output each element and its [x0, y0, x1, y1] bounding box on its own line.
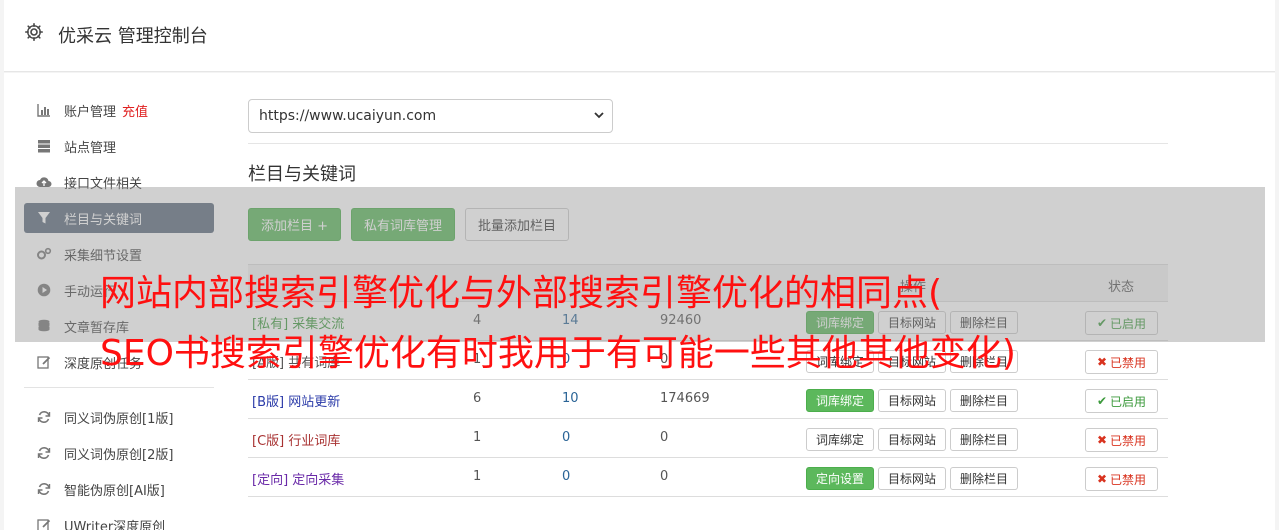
sidebar-item-label: 同义词伪原创[2版] [64, 447, 174, 463]
refresh-icon [36, 445, 52, 461]
server-icon [36, 138, 52, 154]
target-site-button[interactable]: 目标网站 [878, 428, 947, 451]
delete-column-button[interactable]: 删除栏目 [950, 389, 1019, 412]
refresh-icon [36, 409, 52, 425]
close-icon: ✖ [1096, 433, 1108, 447]
sidebar-item-label: UWriter深度原创 [64, 519, 166, 530]
count-1: 1 [473, 469, 482, 484]
column-name[interactable]: [C版] 行业词库 [252, 430, 340, 449]
table-row: [定向] 定向采集 1 0 0 定向设置 目标网站 删除栏目 ✖ 已禁用 [248, 458, 1168, 497]
count-1: 1 [473, 430, 482, 445]
divider [248, 143, 1168, 144]
status-toggle[interactable]: ✔ 已启用 [1085, 389, 1158, 413]
overlay-text-line2: SEO书搜索引擎优化有时我用于有可能一些其他其他变化) [100, 333, 1016, 374]
count-1: 6 [473, 391, 482, 406]
delete-column-button[interactable]: 删除栏目 [950, 467, 1019, 490]
sidebar-divider [24, 387, 214, 388]
top-header: 优采云 管理控制台 [4, 0, 1275, 72]
delete-column-button[interactable]: 删除栏目 [950, 428, 1019, 451]
status-toggle[interactable]: ✖ 已禁用 [1085, 428, 1158, 452]
row-actions: 词库绑定 目标网站 删除栏目 [806, 428, 1019, 451]
column-tag: [C版] [252, 434, 285, 449]
table-row: [C版] 行业词库 1 0 0 词库绑定 目标网站 删除栏目 ✖ 已禁用 [248, 419, 1168, 458]
status-label: 已启用 [1110, 394, 1147, 409]
sidebar-item-label: 同义词伪原创[1版] [64, 411, 174, 427]
gear-icon [25, 23, 43, 41]
sidebar-item-sites[interactable]: 站点管理 [24, 131, 214, 161]
column-name[interactable]: [B版] 网站更新 [252, 391, 340, 410]
bind-lexicon-button[interactable]: 定向设置 [806, 467, 875, 490]
refresh-icon [36, 481, 52, 497]
check-icon: ✔ [1096, 394, 1108, 408]
sidebar-item-synonym-v1[interactable]: 同义词伪原创[1版] [24, 402, 214, 432]
recharge-link[interactable]: 充值 [122, 101, 148, 120]
count-3: 0 [660, 469, 669, 484]
column-tag: [定向] [252, 473, 289, 488]
count-3: 0 [660, 430, 669, 445]
chevron-down-icon [594, 112, 604, 119]
column-title: 网站更新 [288, 395, 341, 410]
sidebar-item-uwriter[interactable]: UWriter深度原创 [24, 510, 214, 530]
site-select-value: https://www.ucaiyun.com [259, 108, 437, 124]
edit-icon [36, 517, 52, 530]
column-name[interactable]: [定向] 定向采集 [252, 469, 344, 488]
sidebar-item-synonym-v2[interactable]: 同义词伪原创[2版] [24, 438, 214, 468]
bar-chart-icon [36, 102, 52, 118]
column-title: 行业词库 [288, 434, 341, 449]
count-2[interactable]: 0 [562, 469, 570, 484]
row-actions: 词库绑定 目标网站 删除栏目 [806, 389, 1019, 412]
bind-lexicon-button[interactable]: 词库绑定 [806, 428, 875, 451]
sidebar-item-label: 站点管理 [64, 140, 117, 156]
status-label: 已禁用 [1110, 433, 1147, 448]
column-tag: [B版] [252, 395, 285, 410]
count-2[interactable]: 0 [562, 430, 570, 445]
overlay-text-line1: 网站内部搜索引擎优化与外部搜索引擎优化的相同点( [100, 273, 943, 314]
bind-lexicon-button[interactable]: 词库绑定 [806, 389, 875, 412]
target-site-button[interactable]: 目标网站 [878, 467, 947, 490]
count-2[interactable]: 10 [562, 391, 579, 406]
sidebar-item-ai-original[interactable]: 智能伪原创[AI版] [24, 474, 214, 504]
row-actions: 定向设置 目标网站 删除栏目 [806, 467, 1019, 490]
section-title: 栏目与关键词 [248, 164, 356, 185]
count-3: 174669 [660, 391, 710, 406]
table-row: [B版] 网站更新 6 10 174669 词库绑定 目标网站 删除栏目 ✔ 已启用 [248, 380, 1168, 419]
status-label: 已禁用 [1110, 472, 1147, 487]
watermark-overlay [15, 187, 1265, 342]
site-select[interactable]: https://www.ucaiyun.com [248, 99, 613, 133]
close-icon: ✖ [1096, 472, 1108, 486]
target-site-button[interactable]: 目标网站 [878, 389, 947, 412]
sidebar-item-account[interactable]: 账户管理 充值 [24, 95, 214, 125]
status-toggle[interactable]: ✖ 已禁用 [1085, 467, 1158, 491]
sidebar-item-label: 账户管理 [64, 104, 117, 120]
sidebar-item-label: 智能伪原创[AI版] [64, 483, 165, 499]
edit-icon [36, 354, 52, 370]
app-title: 优采云 管理控制台 [58, 26, 208, 47]
column-title: 定向采集 [292, 473, 345, 488]
